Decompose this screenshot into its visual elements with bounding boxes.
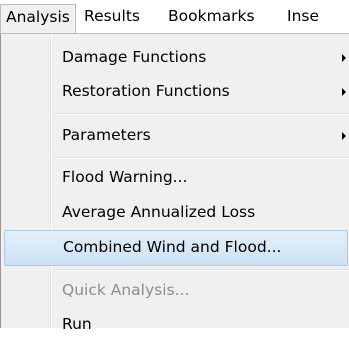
submenu-arrow-icon [342,88,346,96]
menu-analysis-label: Analysis [6,8,70,26]
menu-insert-label: Inse [287,7,320,25]
menu-item-flood-warning[interactable]: Flood Warning... [3,160,349,196]
menu-insert[interactable]: Inse [282,4,324,30]
menu-item-label: Average Annualized Loss [62,203,256,221]
menu-item-label: Damage Functions [62,48,207,66]
menu-bookmarks-label: Bookmarks [168,7,255,25]
submenu-arrow-icon [342,132,346,140]
menu-separator [54,157,349,159]
analysis-dropdown-menu: Damage Functions Restoration Functions P… [0,33,349,333]
menu-separator [54,113,349,115]
menu-results[interactable]: Results [79,4,145,30]
menu-item-label: Quick Analysis... [62,281,190,299]
menu-analysis[interactable]: Analysis [0,4,76,34]
menu-separator [54,269,349,271]
menu-item-label: Run [62,315,92,333]
menu-item-restoration-functions[interactable]: Restoration Functions [3,74,349,110]
menu-item-label: Flood Warning... [62,168,188,186]
menu-item-combined-wind-and-flood[interactable]: Combined Wind and Flood... [4,230,348,266]
menu-item-label: Parameters [62,126,151,144]
submenu-arrow-icon [342,54,346,62]
menu-item-quick-analysis: Quick Analysis... [3,273,349,309]
menu-results-label: Results [84,7,140,25]
menu-item-label: Restoration Functions [62,82,230,100]
menu-item-run[interactable]: Run [3,307,349,343]
menu-item-label: Combined Wind and Flood... [63,238,282,256]
menu-item-damage-functions[interactable]: Damage Functions [3,40,349,76]
menu-item-average-annualized-loss[interactable]: Average Annualized Loss [3,195,349,231]
menu-item-parameters[interactable]: Parameters [3,118,349,154]
menu-bookmarks[interactable]: Bookmarks [163,4,260,30]
menu-bar: Analysis Results Bookmarks Inse [0,0,349,34]
